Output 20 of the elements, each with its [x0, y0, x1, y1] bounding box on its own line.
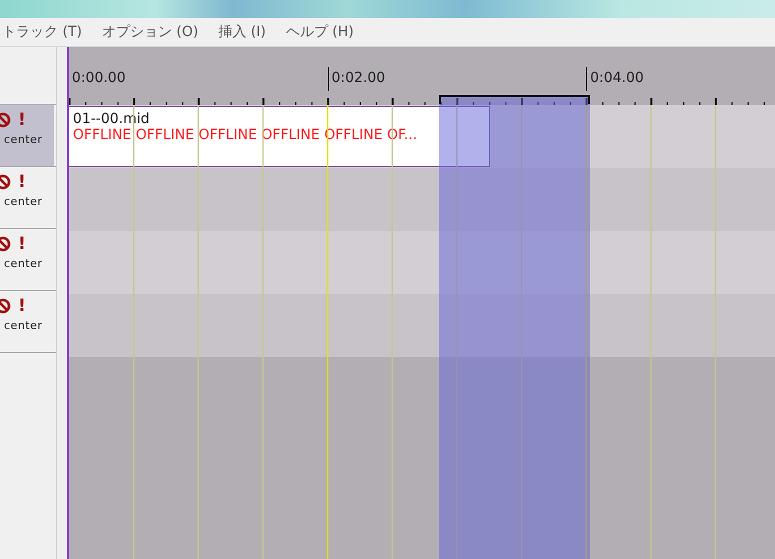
track-header[interactable]: ! center [0, 105, 54, 166]
track-header[interactable]: ! center [0, 291, 54, 352]
track-label: center [3, 195, 44, 208]
track-label: center [3, 133, 44, 146]
track-label: center [3, 319, 44, 332]
menu-item[interactable]: トラック (T) [0, 21, 84, 43]
menu-item[interactable]: 挿入 (I) [216, 21, 268, 43]
time-label: 0:04.00 [589, 70, 644, 86]
warning-mark: ! [18, 235, 26, 253]
clip-name: 01--00.mid [72, 111, 151, 127]
track-label: center [3, 257, 44, 270]
menu-item[interactable]: オプション (O) [100, 21, 200, 43]
time-label: 0:00.00 [70, 70, 126, 86]
warning-mark: ! [18, 297, 26, 315]
time-label: 0:02.00 [330, 70, 386, 86]
warning-mark: ! [18, 173, 26, 191]
track-header[interactable]: ! center [0, 229, 54, 290]
track-header[interactable]: ! center [0, 167, 54, 228]
warning-mark: ! [18, 111, 26, 129]
menu-item[interactable]: ヘルプ (H) [284, 21, 356, 43]
